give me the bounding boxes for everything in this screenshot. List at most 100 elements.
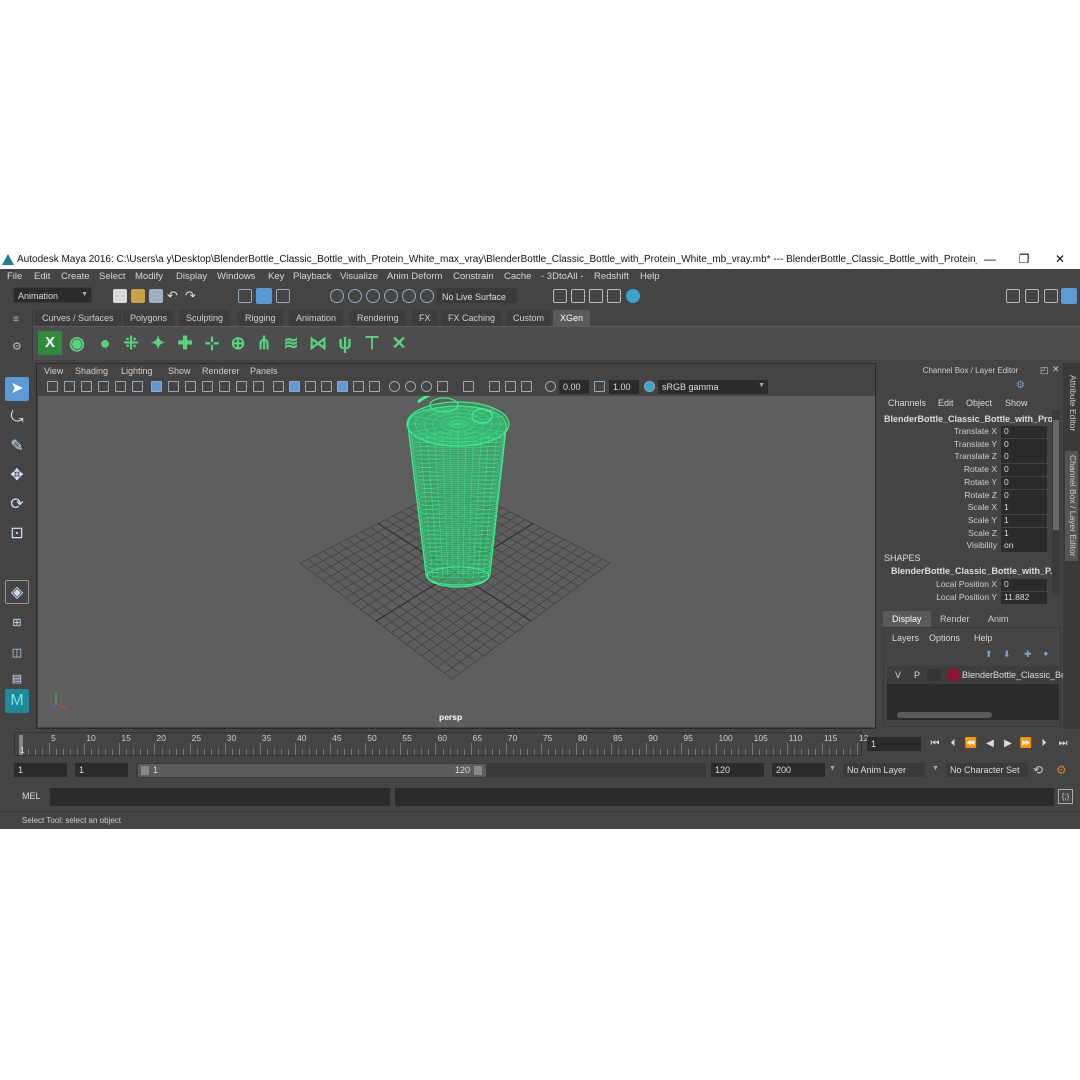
shape-node-name[interactable]: BlenderBottle_Classic_Bottle_with_P... (891, 566, 1057, 576)
wireframe-on-shaded-icon[interactable] (305, 381, 316, 392)
safe-title-icon[interactable] (253, 381, 264, 392)
shelf-tab-polygons[interactable]: Polygons (123, 310, 175, 326)
smooth-shade-all-icon[interactable] (289, 381, 300, 392)
go-to-end-icon[interactable]: ⏭ (1055, 737, 1071, 751)
panel-menu-show[interactable]: Show (168, 366, 191, 376)
depth-of-field-icon[interactable] (421, 381, 432, 392)
snap-projected-center-icon[interactable] (384, 289, 398, 303)
select-tool-icon[interactable]: ➤ (5, 377, 29, 401)
shadows-icon[interactable] (353, 381, 364, 392)
tool-settings-toggle-icon[interactable] (1044, 289, 1058, 303)
camera-swap-icon[interactable] (505, 381, 516, 392)
panel-menu-lighting[interactable]: Lighting (121, 366, 153, 376)
channel-row[interactable]: Translate Z 0 (878, 451, 1053, 464)
menu-redshift[interactable]: Redshift (594, 271, 629, 282)
bookmark-icon[interactable] (81, 381, 92, 392)
channel-box-toggle-icon[interactable] (1061, 288, 1077, 304)
ambient-occlusion-icon[interactable] (369, 381, 380, 392)
image-plane-icon[interactable] (98, 381, 109, 392)
menu-display[interactable]: Display (176, 271, 207, 282)
animation-end-field[interactable]: 200 (772, 763, 825, 777)
channel-value-field[interactable]: 1 (1001, 527, 1047, 540)
xgen-lock-guides-icon[interactable]: ⊕ (226, 331, 250, 355)
channel-value-field[interactable]: 1 (1001, 514, 1047, 527)
cb-menu-channels[interactable]: Channels (888, 398, 926, 408)
xgen-rebuild-guides-icon[interactable]: ψ (333, 331, 357, 355)
channel-value-field[interactable]: 0 (1001, 476, 1047, 489)
panel-menu-renderer[interactable]: Renderer (202, 366, 240, 376)
xgen-sculpt-guides-icon[interactable]: ⊹ (200, 331, 224, 355)
range-slider[interactable]: 1 120 (136, 763, 706, 778)
two-panel-layout-icon[interactable]: ◫ (5, 641, 29, 665)
menu-windows[interactable]: Windows (217, 271, 256, 282)
move-tool-icon[interactable]: ✥ (5, 464, 29, 488)
channel-row[interactable]: Translate Y 0 (878, 438, 1053, 452)
current-frame-field[interactable]: 1 (867, 737, 921, 751)
single-perspective-layout-icon[interactable]: ◈ (5, 580, 29, 604)
layer-tab-render[interactable]: Render (931, 611, 979, 627)
grid-toggle-icon[interactable] (151, 381, 162, 392)
step-forward-frame-icon[interactable]: ⏵ (1036, 737, 1052, 751)
safe-action-icon[interactable] (236, 381, 247, 392)
channel-value-field[interactable]: 1 (1001, 502, 1047, 515)
menu-set-dropdown[interactable]: Animation ▼ (13, 287, 92, 303)
layer-color-swatch[interactable] (947, 669, 959, 681)
save-scene-icon[interactable] (149, 289, 163, 303)
layer-list-scrollbar[interactable] (897, 712, 992, 718)
layer-name[interactable]: BlenderBottle_Classic_Bo (962, 670, 1066, 680)
motion-blur-icon[interactable] (389, 381, 400, 392)
play-backwards-icon[interactable]: ◀ (982, 737, 998, 751)
channel-row[interactable]: Rotate Z 0 (878, 489, 1053, 503)
shelf-tab-custom[interactable]: Custom (506, 310, 552, 326)
channel-row[interactable]: Visibility on (878, 540, 1053, 553)
channel-row[interactable]: Scale X 1 (878, 502, 1053, 515)
shelf-tab-fx[interactable]: FX (412, 310, 438, 326)
cb-menu-edit[interactable]: Edit (938, 398, 954, 408)
range-slider-handle[interactable]: 1 120 (138, 764, 486, 777)
scrollbar-thumb[interactable] (1053, 420, 1059, 530)
modeling-toolkit-icon[interactable] (1006, 289, 1020, 303)
redo-icon[interactable]: ↷ (185, 289, 199, 303)
channel-value-field[interactable]: 11.882 (1001, 591, 1047, 604)
frame-all-icon[interactable] (521, 381, 532, 392)
menu-cache[interactable]: Cache (504, 271, 531, 282)
channel-label[interactable]: Translate Z (954, 451, 997, 461)
use-all-lights-icon[interactable] (337, 381, 348, 392)
menu-constrain[interactable]: Constrain (453, 271, 494, 282)
playback-start-field[interactable]: 1 (75, 763, 128, 777)
auto-key-icon[interactable]: ⟲ (1033, 763, 1043, 777)
channel-label[interactable]: Rotate Y (964, 477, 997, 487)
xgen-layer-guides-icon[interactable]: ≋ (279, 331, 303, 355)
select-component-icon[interactable] (276, 289, 290, 303)
snap-grid-icon[interactable] (330, 289, 344, 303)
command-input[interactable] (50, 788, 390, 806)
channel-value-field[interactable]: 0 (1001, 426, 1047, 438)
isolate-select-icon[interactable] (437, 381, 448, 392)
layer-display-type-toggle[interactable] (927, 669, 941, 681)
xray-joints-icon[interactable] (463, 381, 474, 392)
snap-curve-icon[interactable] (348, 289, 362, 303)
script-language-toggle[interactable]: MEL (22, 791, 41, 801)
shape-channel-row[interactable]: Local Position X 0 (878, 579, 1053, 592)
layer-visibility-toggle[interactable]: V (895, 670, 901, 680)
render-settings-icon[interactable] (607, 289, 621, 303)
wireframe-icon[interactable] (273, 381, 284, 392)
menu-visualize[interactable]: Visualize (340, 271, 378, 282)
live-surface-field[interactable]: No Live Surface (437, 288, 517, 303)
cb-menu-show[interactable]: Show (1005, 398, 1028, 408)
channel-row[interactable]: Scale Z 1 (878, 527, 1053, 541)
new-layer-from-selection-icon[interactable]: ✦ (1042, 649, 1050, 660)
layer-tab-anim[interactable]: Anim (979, 611, 1018, 627)
field-chart-icon[interactable] (219, 381, 230, 392)
range-end-handle[interactable] (474, 766, 482, 775)
exposure-icon[interactable] (545, 381, 556, 392)
snap-point-icon[interactable] (366, 289, 380, 303)
gamma-icon[interactable] (594, 381, 605, 392)
channel-label[interactable]: Local Position X (936, 579, 997, 589)
menu-edit[interactable]: Edit (34, 271, 50, 282)
layer-menu-options[interactable]: Options (929, 633, 960, 643)
four-view-layout-icon[interactable]: ⊞ (5, 611, 29, 635)
menu-key[interactable]: Key (268, 271, 284, 282)
attribute-editor-toggle-icon[interactable] (1025, 289, 1039, 303)
channel-label[interactable]: Translate Y (954, 439, 997, 449)
